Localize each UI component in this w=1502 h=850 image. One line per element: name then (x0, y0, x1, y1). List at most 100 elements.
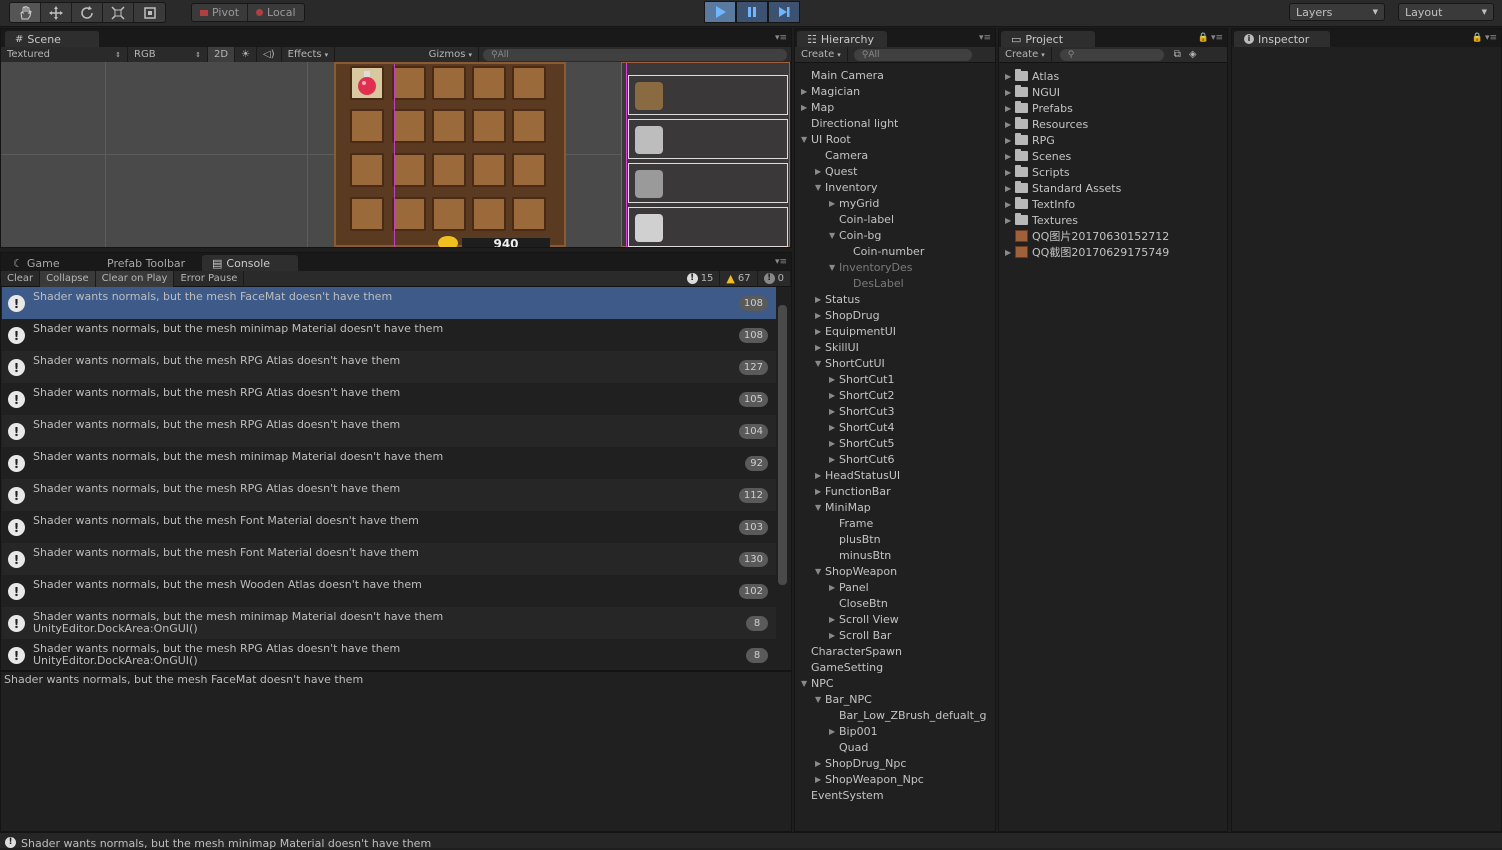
effects-dropdown[interactable]: Effects ▾ (282, 46, 336, 63)
collapsed-arrow-icon[interactable]: ▶ (829, 727, 839, 736)
collapsed-arrow-icon[interactable]: ▶ (1005, 136, 1015, 145)
project-item[interactable]: ▶ Prefabs (1005, 100, 1073, 116)
hierarchy-item[interactable]: plusBtn (839, 531, 881, 547)
hierarchy-item[interactable]: CharacterSpawn (811, 643, 902, 659)
collapsed-arrow-icon[interactable]: ▶ (829, 199, 839, 208)
hierarchy-search-input[interactable]: ⚲ All (853, 48, 972, 61)
clear-on-play-button[interactable]: Clear on Play (95, 270, 175, 287)
tab-scene[interactable]: # Scene (5, 31, 99, 47)
collapsed-arrow-icon[interactable]: ▶ (801, 87, 811, 96)
hierarchy-item[interactable]: ▶ Quest (815, 163, 857, 179)
local-button[interactable]: Local (248, 4, 304, 21)
collapsed-arrow-icon[interactable]: ▶ (829, 455, 839, 464)
collapsed-arrow-icon[interactable]: ▶ (815, 759, 825, 768)
hierarchy-item[interactable]: ▶ Bip001 (829, 723, 878, 739)
toggle-2d-button[interactable]: 2D (208, 46, 236, 63)
hierarchy-item[interactable]: CloseBtn (839, 595, 888, 611)
console-row[interactable]: ! Shader wants normals, but the mesh min… (2, 447, 776, 479)
collapsed-arrow-icon[interactable]: ▶ (815, 775, 825, 784)
lighting-toggle[interactable]: ☀ (235, 46, 258, 63)
hierarchy-item[interactable]: ▶ ShortCut4 (829, 419, 894, 435)
hierarchy-item[interactable]: DesLabel (853, 275, 904, 291)
hierarchy-item[interactable]: GameSetting (811, 659, 883, 675)
project-item[interactable]: ▶ Scripts (1005, 164, 1070, 180)
hierarchy-item[interactable]: ▼ Inventory (815, 179, 878, 195)
project-search-input[interactable]: ⚲ (1059, 48, 1164, 61)
collapsed-arrow-icon[interactable]: ▶ (815, 471, 825, 480)
hierarchy-item[interactable]: EventSystem (811, 787, 884, 803)
expanded-arrow-icon[interactable]: ▼ (815, 567, 825, 576)
hierarchy-item[interactable]: Coin-number (853, 243, 924, 259)
collapsed-arrow-icon[interactable]: ▶ (1005, 152, 1015, 161)
hierarchy-item[interactable]: ▶ HeadStatusUI (815, 467, 900, 483)
hierarchy-item[interactable]: Main Camera (811, 67, 884, 83)
hierarchy-item[interactable]: ▼ MiniMap (815, 499, 871, 515)
hierarchy-item[interactable]: Frame (839, 515, 873, 531)
collapse-button[interactable]: Collapse (40, 270, 96, 287)
project-item[interactable]: ▶ Textures (1005, 212, 1078, 228)
collapsed-arrow-icon[interactable]: ▶ (1005, 104, 1015, 113)
gizmos-dropdown[interactable]: Gizmos ▾ (423, 46, 479, 63)
hierarchy-item[interactable]: ▶ ShortCut6 (829, 451, 894, 467)
hierarchy-item[interactable]: ▶ ShopDrug_Npc (815, 755, 906, 771)
project-item[interactable]: ▶ Resources (1005, 116, 1088, 132)
tab-inspector[interactable]: i Inspector (1234, 31, 1330, 47)
hierarchy-item[interactable]: ▼ UI Root (801, 131, 851, 147)
console-row[interactable]: ! Shader wants normals, but the mesh Fac… (2, 287, 776, 319)
collapsed-arrow-icon[interactable]: ▶ (815, 311, 825, 320)
audio-toggle[interactable]: ◁) (257, 46, 282, 63)
rect-tool-icon[interactable] (134, 3, 165, 22)
hierarchy-item[interactable]: ▼ Bar_NPC (815, 691, 872, 707)
collapsed-arrow-icon[interactable]: ▶ (829, 375, 839, 384)
hierarchy-item[interactable]: ▶ ShortCut2 (829, 387, 894, 403)
collapsed-arrow-icon[interactable]: ▶ (815, 295, 825, 304)
console-row[interactable]: ! Shader wants normals, but the mesh min… (2, 319, 776, 351)
project-item[interactable]: ▶ NGUI (1005, 84, 1060, 100)
project-item[interactable]: ▶ TextInfo (1005, 196, 1075, 212)
tab-project[interactable]: ▭ Project (1001, 31, 1095, 47)
collapsed-arrow-icon[interactable]: ▶ (1005, 120, 1015, 129)
hierarchy-item[interactable]: ▶ ShortCut3 (829, 403, 894, 419)
hierarchy-item[interactable]: ▼ NPC (801, 675, 834, 691)
panel-menu-icon[interactable]: ▾≡ (775, 33, 787, 43)
expanded-arrow-icon[interactable]: ▼ (829, 231, 839, 240)
lock-icon[interactable]: 🔒 (1198, 33, 1209, 43)
panel-menu-icon[interactable]: ▾≡ (979, 33, 991, 43)
collapsed-arrow-icon[interactable]: ▶ (815, 167, 825, 176)
collapsed-arrow-icon[interactable]: ▶ (1005, 200, 1015, 209)
hierarchy-item[interactable]: ▶ EquipmentUI (815, 323, 896, 339)
hierarchy-item[interactable]: ▶ myGrid (829, 195, 879, 211)
expanded-arrow-icon[interactable]: ▼ (815, 359, 825, 368)
hierarchy-item[interactable]: ▶ Status (815, 291, 860, 307)
collapsed-arrow-icon[interactable]: ▶ (1005, 216, 1015, 225)
project-item[interactable]: ▶ Scenes (1005, 148, 1071, 164)
panel-menu-icon[interactable]: ▾≡ (1485, 33, 1497, 43)
project-item[interactable]: ▶ Standard Assets (1005, 180, 1121, 196)
pivot-button[interactable]: Pivot (192, 4, 249, 21)
scale-tool-icon[interactable] (103, 3, 134, 22)
console-row[interactable]: ! Shader wants normals, but the mesh RPG… (2, 383, 776, 415)
hierarchy-item[interactable]: Directional light (811, 115, 898, 131)
console-row[interactable]: ! Shader wants normals, but the mesh RPG… (2, 351, 776, 383)
collapsed-arrow-icon[interactable]: ▶ (829, 407, 839, 416)
panel-menu-icon[interactable]: ▾≡ (775, 257, 787, 267)
tab-hierarchy[interactable]: ☷ Hierarchy (797, 31, 887, 47)
shading-mode-dropdown[interactable]: Textured ⇕ (1, 46, 128, 63)
project-item[interactable]: ▶ QQ截图20170629175749 (1005, 244, 1169, 260)
collapsed-arrow-icon[interactable]: ▶ (1005, 184, 1015, 193)
project-create-button[interactable]: Create ▾ (999, 46, 1052, 63)
tab-console[interactable]: ▤ Console (202, 255, 298, 271)
console-scrollbar[interactable] (778, 305, 787, 585)
expanded-arrow-icon[interactable]: ▼ (829, 263, 839, 272)
hierarchy-item[interactable]: ▶ SkillUI (815, 339, 859, 355)
error-pause-button[interactable]: Error Pause (174, 270, 245, 287)
filter-by-label-icon[interactable]: ◈ (1189, 49, 1197, 60)
hierarchy-item[interactable]: ▶ ShopDrug (815, 307, 880, 323)
hierarchy-item[interactable]: ▶ Panel (829, 579, 869, 595)
console-row[interactable]: ! Shader wants normals, but the mesh RPG… (2, 639, 776, 671)
console-row[interactable]: ! Shader wants normals, but the mesh RPG… (2, 479, 776, 511)
collapsed-arrow-icon[interactable]: ▶ (1005, 248, 1015, 257)
filter-by-type-icon[interactable]: ⧉ (1174, 49, 1181, 60)
tab-game[interactable]: ☾ Game (3, 255, 70, 271)
expanded-arrow-icon[interactable]: ▼ (801, 135, 811, 144)
